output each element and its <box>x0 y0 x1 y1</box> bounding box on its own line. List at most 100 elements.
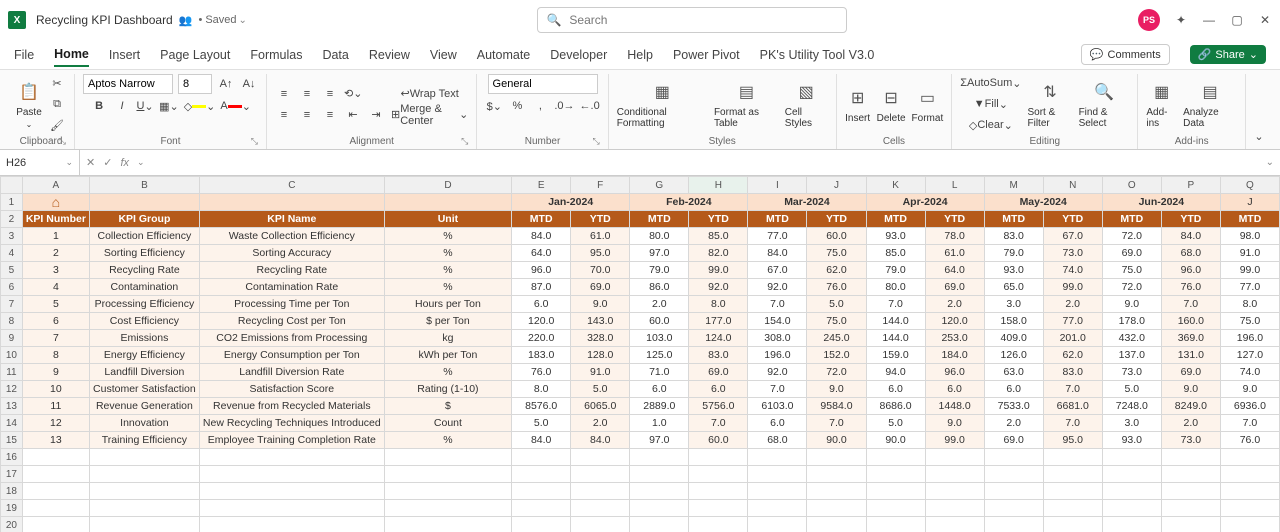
cell-value[interactable]: 77.0 <box>1043 313 1102 330</box>
currency-icon[interactable]: $⌄ <box>485 97 503 115</box>
row-header-12[interactable]: 12 <box>1 381 23 398</box>
col-header-B[interactable]: B <box>89 177 199 194</box>
formula-input[interactable] <box>153 155 1254 170</box>
cell-unit[interactable]: % <box>384 432 511 449</box>
cell-kpi-number[interactable]: 4 <box>22 279 89 296</box>
orientation-icon[interactable]: ⟲⌄ <box>344 85 362 103</box>
cell-value[interactable]: 67.0 <box>748 262 807 279</box>
addins-button[interactable]: ▦Add-ins <box>1146 79 1177 129</box>
cell-value[interactable]: 87.0 <box>512 279 571 296</box>
cell-value[interactable]: 2.0 <box>630 296 689 313</box>
cell[interactable] <box>199 194 384 211</box>
cell-value[interactable]: 7.0 <box>748 381 807 398</box>
col-header-M[interactable]: M <box>984 177 1043 194</box>
cell-value[interactable]: 69.0 <box>925 279 984 296</box>
empty-cell[interactable] <box>1161 449 1220 466</box>
close-button[interactable]: ✕ <box>1258 13 1272 27</box>
empty-cell[interactable] <box>384 449 511 466</box>
tab-file[interactable]: File <box>14 44 34 66</box>
empty-cell[interactable] <box>89 466 199 483</box>
alignment-launcher-icon[interactable]: ⤡ <box>461 136 468 147</box>
cell-value[interactable]: 67.0 <box>1043 228 1102 245</box>
ribbon-collapse-icon[interactable]: ⌄ <box>1250 127 1268 145</box>
cancel-formula-icon[interactable]: ✕ <box>86 156 95 169</box>
empty-cell[interactable] <box>807 449 866 466</box>
empty-cell[interactable] <box>199 449 384 466</box>
cell-value[interactable]: 6.0 <box>925 381 984 398</box>
empty-cell[interactable] <box>925 449 984 466</box>
cell-value[interactable]: 7.0 <box>807 415 866 432</box>
autosum-button[interactable]: Σ AutoSum ⌄ <box>960 74 1021 92</box>
col-header-F[interactable]: F <box>571 177 630 194</box>
cell-value[interactable]: 6.0 <box>866 381 925 398</box>
hdr-kpi-number[interactable]: KPI Number <box>22 211 89 228</box>
cell-value[interactable]: 158.0 <box>984 313 1043 330</box>
tab-help[interactable]: Help <box>627 44 653 66</box>
comments-button[interactable]: 💬 Comments <box>1081 44 1170 65</box>
empty-cell[interactable] <box>689 466 748 483</box>
tab-review[interactable]: Review <box>369 44 410 66</box>
cell-value[interactable]: 95.0 <box>571 245 630 262</box>
empty-cell[interactable] <box>807 483 866 500</box>
empty-cell[interactable] <box>630 466 689 483</box>
italic-icon[interactable]: I <box>113 97 131 115</box>
cell-unit[interactable]: Hours per Ton <box>384 296 511 313</box>
row-header-4[interactable]: 4 <box>1 245 23 262</box>
empty-cell[interactable] <box>1220 449 1279 466</box>
hdr-ytd[interactable]: YTD <box>1043 211 1102 228</box>
empty-cell[interactable] <box>384 500 511 517</box>
row-header-8[interactable]: 8 <box>1 313 23 330</box>
cell-kpi-number[interactable]: 12 <box>22 415 89 432</box>
empty-cell[interactable] <box>807 517 866 532</box>
cell-value[interactable]: 73.0 <box>1043 245 1102 262</box>
indent-decrease-icon[interactable]: ⇤ <box>344 106 362 124</box>
number-format-input[interactable] <box>488 74 598 94</box>
copy-icon[interactable]: ⧉ <box>48 95 66 113</box>
empty-cell[interactable] <box>1161 466 1220 483</box>
empty-cell[interactable] <box>1220 500 1279 517</box>
empty-cell[interactable] <box>1043 517 1102 532</box>
cell-value[interactable]: 183.0 <box>512 347 571 364</box>
fx-chevron-icon[interactable]: ⌄ <box>137 157 145 168</box>
cell-value[interactable]: 178.0 <box>1102 313 1161 330</box>
cell-value[interactable]: 196.0 <box>748 347 807 364</box>
cell-value[interactable]: 7533.0 <box>984 398 1043 415</box>
cell-value[interactable]: 61.0 <box>925 245 984 262</box>
cell-kpi-group[interactable]: Cost Efficiency <box>89 313 199 330</box>
cell-value[interactable]: 68.0 <box>1161 245 1220 262</box>
row-header-1[interactable]: 1 <box>1 194 23 211</box>
cell-value[interactable]: 154.0 <box>748 313 807 330</box>
cell-kpi-number[interactable]: 6 <box>22 313 89 330</box>
clipboard-launcher-icon[interactable]: ⤡ <box>59 136 66 147</box>
col-header-O[interactable]: O <box>1102 177 1161 194</box>
tab-automate[interactable]: Automate <box>477 44 531 66</box>
fill-color-icon[interactable]: ◇⌄ <box>184 97 216 115</box>
row-header-9[interactable]: 9 <box>1 330 23 347</box>
cell-value[interactable]: 9.0 <box>1220 381 1279 398</box>
cell-value[interactable]: 7.0 <box>1220 415 1279 432</box>
cell-value[interactable]: 73.0 <box>1102 364 1161 381</box>
empty-cell[interactable] <box>22 466 89 483</box>
percent-icon[interactable]: % <box>508 97 526 115</box>
cell-value[interactable]: 92.0 <box>748 279 807 296</box>
cell-value[interactable]: 79.0 <box>630 262 689 279</box>
empty-cell[interactable] <box>689 500 748 517</box>
cell-unit[interactable]: % <box>384 245 511 262</box>
cell-value[interactable]: 64.0 <box>512 245 571 262</box>
cell-value[interactable]: 98.0 <box>1220 228 1279 245</box>
tab-home[interactable]: Home <box>54 43 89 67</box>
cell-value[interactable]: 196.0 <box>1220 330 1279 347</box>
hdr-mtd[interactable]: MTD <box>512 211 571 228</box>
cell-value[interactable]: 143.0 <box>571 313 630 330</box>
empty-cell[interactable] <box>1161 500 1220 517</box>
cell-value[interactable]: 245.0 <box>807 330 866 347</box>
cell-value[interactable]: 62.0 <box>807 262 866 279</box>
cell-value[interactable]: 91.0 <box>1220 245 1279 262</box>
cell-value[interactable]: 71.0 <box>630 364 689 381</box>
cell-kpi-number[interactable]: 10 <box>22 381 89 398</box>
cell-value[interactable]: 8576.0 <box>512 398 571 415</box>
cell-kpi-group[interactable]: Sorting Efficiency <box>89 245 199 262</box>
name-box[interactable]: H26 ⌄ <box>0 150 80 175</box>
col-header-A[interactable]: A <box>22 177 89 194</box>
empty-cell[interactable] <box>22 449 89 466</box>
